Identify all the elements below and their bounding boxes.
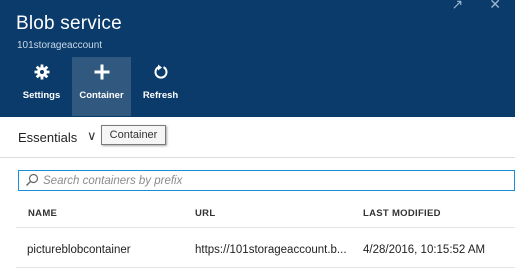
container-tooltip: Container: [101, 125, 166, 145]
add-container-button-label: Container: [79, 90, 124, 101]
search-box[interactable]: [18, 170, 515, 191]
page-subtitle: 101storageaccount: [17, 40, 103, 51]
refresh-icon: [131, 64, 190, 86]
window-controls: ↗ ✕: [426, 0, 501, 13]
page-title: Blob service: [16, 13, 122, 34]
column-header-last-modified[interactable]: LAST MODIFIED: [363, 208, 441, 219]
refresh-button-label: Refresh: [142, 90, 179, 101]
column-header-url[interactable]: URL: [195, 208, 215, 219]
table-header-separator: [16, 227, 515, 228]
row-url-cell: https://101storageaccount.b...: [195, 244, 347, 256]
row-separator: [16, 267, 515, 268]
close-icon[interactable]: ✕: [489, 0, 501, 12]
chevron-down-icon[interactable]: ∨: [87, 128, 97, 144]
pin-icon[interactable]: ↗: [452, 0, 464, 12]
search-icon: [25, 173, 39, 192]
gear-icon: [12, 64, 71, 86]
essentials-toggle[interactable]: Essentials: [18, 130, 77, 145]
blade-header: Blob service 101storageaccount ↗ ✕ Setti…: [0, 0, 515, 117]
settings-button[interactable]: Settings: [12, 57, 71, 116]
refresh-button[interactable]: Refresh: [131, 57, 190, 116]
row-last-modified-cell: 4/28/2016, 10:15:52 AM: [363, 244, 486, 256]
row-name-cell: pictureblobcontainer: [27, 244, 131, 256]
plus-icon: [72, 64, 131, 86]
column-header-name[interactable]: NAME: [28, 208, 57, 219]
add-container-button[interactable]: Container: [72, 57, 131, 116]
settings-button-label: Settings: [22, 90, 61, 101]
search-input[interactable]: [43, 172, 503, 189]
divider: [0, 157, 515, 158]
